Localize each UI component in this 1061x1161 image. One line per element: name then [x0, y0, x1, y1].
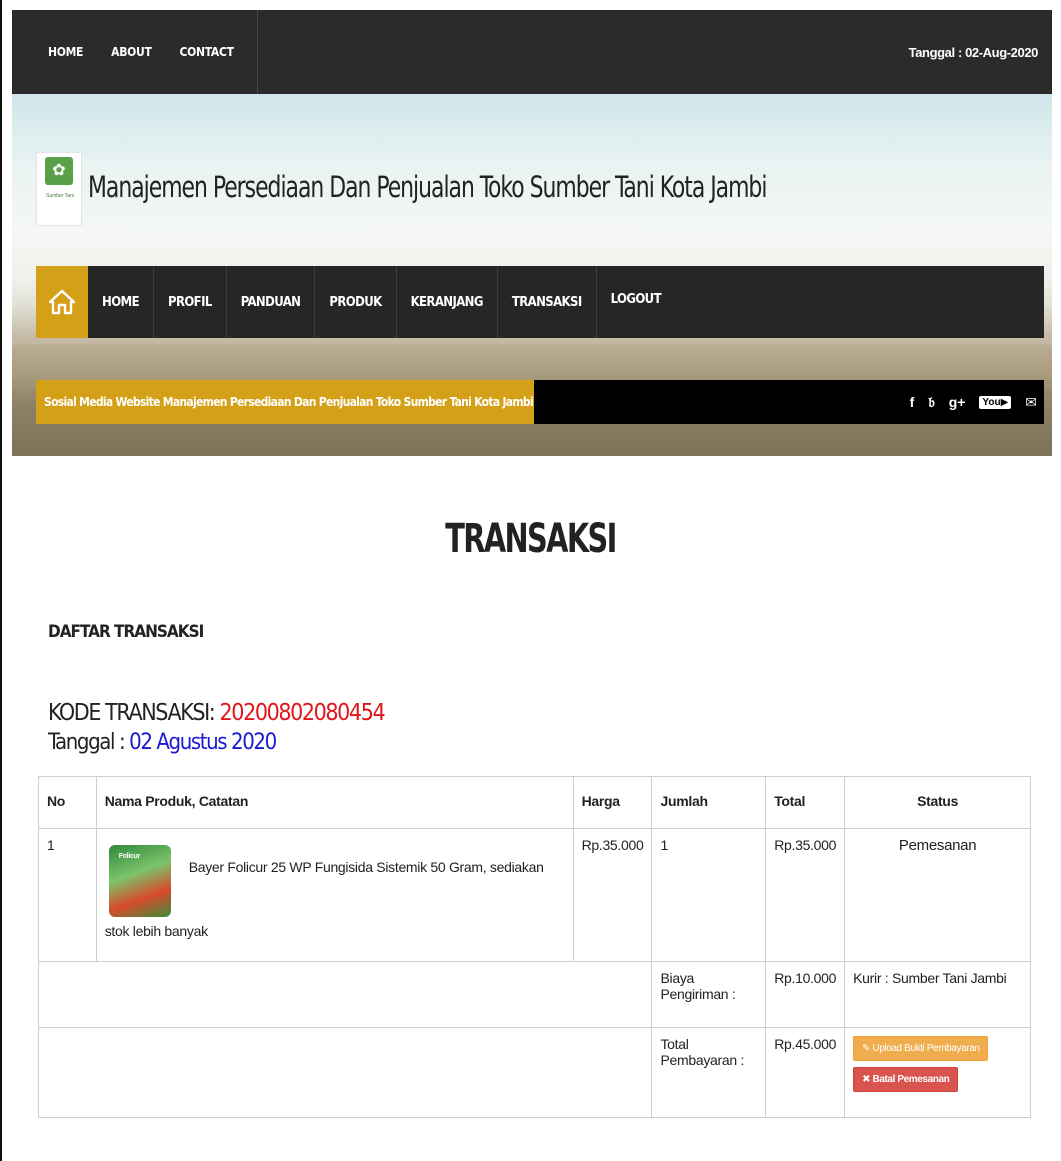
cell-total: Rp.35.000 — [765, 828, 846, 962]
leaf-icon: ✿ — [45, 157, 73, 185]
cancel-order-button[interactable]: ✖ Batal Pemesanan — [853, 1067, 959, 1092]
top-nav-about-link[interactable]: ABOUT — [111, 45, 152, 59]
main-nav-list: HOME PROFIL PANDUAN PRODUK KERANJANG TRA… — [88, 266, 675, 338]
table-header-row: No Nama Produk, Catatan Harga Jumlah Tot… — [38, 776, 1031, 829]
top-nav-home-link[interactable]: HOME — [48, 45, 83, 59]
cell-harga: Rp.35.000 — [572, 828, 653, 962]
cell-jumlah: 1 — [651, 828, 767, 962]
nav-item-keranjang[interactable]: KERANJANG — [397, 266, 498, 338]
transaction-code-label: KODE TRANSAKSI: — [48, 700, 220, 726]
social-icons: f 𝔟 g+ You▶ ✉ — [903, 380, 1044, 424]
shipping-label: Biaya Pengiriman : — [651, 961, 767, 1028]
product-image-label: Folicur — [118, 853, 141, 860]
facebook-icon[interactable]: f — [910, 394, 915, 410]
social-bar: Sosial Media Website Manajemen Persediaa… — [36, 380, 1044, 424]
youtube-icon[interactable]: You▶ — [979, 395, 1012, 409]
transaction-date-value: 02 Agustus 2020 — [129, 730, 277, 755]
site-logo[interactable]: ✿ Sumber Tani — [36, 152, 82, 226]
google-plus-icon[interactable]: g+ — [949, 394, 966, 410]
header-total: Total — [765, 776, 846, 829]
payment-row: Total Pembayaran : Rp.45.000 ✎ Upload Bu… — [37, 1027, 1031, 1118]
nav-item-home[interactable]: HOME — [88, 266, 154, 338]
product-note: stok lebih banyak — [104, 923, 208, 939]
transaction-table: No Nama Produk, Catatan Harga Jumlah Tot… — [37, 776, 1031, 1118]
shipping-courier: Kurir : Sumber Tani Jambi — [844, 961, 1031, 1028]
transaction-date-label: Tanggal : — [48, 730, 130, 755]
header-harga: Harga — [572, 776, 653, 829]
upload-proof-button[interactable]: ✎ Upload Bukti Pembayaran — [853, 1036, 989, 1061]
product-name: Bayer Folicur 25 WP Fungisida Sistemik 5… — [188, 859, 544, 875]
nav-item-logout[interactable]: LOGOUT — [597, 266, 675, 338]
header-no: No — [38, 776, 97, 829]
transaction-code-value: 20200802080454 — [219, 700, 386, 726]
header-banner: ✿ Sumber Tani Manajemen Persediaan Dan P… — [12, 94, 1052, 456]
twitter-icon[interactable]: 𝔟 — [928, 394, 934, 411]
cell-status: Pemesanan — [844, 828, 1031, 962]
upload-proof-label: Upload Bukti Pembayaran — [872, 1043, 980, 1054]
shipping-value: Rp.10.000 — [765, 961, 846, 1028]
main-nav: HOME PROFIL PANDUAN PRODUK KERANJANG TRA… — [36, 266, 1044, 338]
product-image[interactable]: Folicur — [108, 845, 171, 917]
table-row: 1 Folicur Bayer Folicur 25 WP Fungisida S… — [38, 828, 1031, 962]
top-bar-date: Tanggal : 02-Aug-2020 — [908, 44, 1039, 60]
logo-text: Sumber Tani — [46, 193, 74, 199]
shipping-row: Biaya Pengiriman : Rp.10.000 Kurir : Sum… — [37, 961, 1031, 1028]
nav-item-profil[interactable]: PROFIL — [154, 266, 227, 338]
payment-actions: ✎ Upload Bukti Pembayaran ✖ Batal Pemesa… — [844, 1027, 1031, 1118]
mail-icon[interactable]: ✉ — [1025, 394, 1037, 411]
top-nav: HOME ABOUT CONTACT — [48, 10, 262, 94]
header-product: Nama Produk, Catatan — [95, 776, 574, 829]
cancel-order-label: Batal Pemesanan — [872, 1074, 950, 1085]
section-title: DAFTAR TRANSAKSI — [48, 622, 204, 642]
social-label: Sosial Media Website Manajemen Persediaa… — [36, 380, 534, 424]
cell-no: 1 — [38, 828, 97, 962]
nav-item-transaksi[interactable]: TRANSAKSI — [498, 266, 597, 338]
home-button[interactable] — [36, 266, 88, 338]
cell-product: Folicur Bayer Folicur 25 WP Fungisida Sis… — [95, 828, 574, 962]
shipping-spacer — [37, 961, 653, 1028]
top-bar: HOME ABOUT CONTACT Tanggal : 02-Aug-2020 — [12, 10, 1052, 94]
top-bar-divider — [257, 10, 258, 94]
page-title: TRANSAKSI — [445, 516, 617, 562]
close-icon: ✖ — [862, 1074, 873, 1085]
home-icon — [49, 289, 75, 315]
payment-spacer — [37, 1027, 653, 1118]
payment-value: Rp.45.000 — [765, 1027, 846, 1118]
payment-label: Total Pembayaran : — [651, 1027, 767, 1118]
header-jumlah: Jumlah — [651, 776, 767, 829]
top-nav-contact-link[interactable]: CONTACT — [180, 45, 234, 59]
site-title: Manajemen Persediaan Dan Penjualan Toko … — [88, 170, 767, 204]
transaction-code: KODE TRANSAKSI: 20200802080454 — [48, 700, 386, 726]
edit-icon: ✎ — [862, 1043, 873, 1054]
header-status: Status — [844, 776, 1031, 829]
nav-item-panduan[interactable]: PANDUAN — [227, 266, 316, 338]
nav-item-produk[interactable]: PRODUK — [315, 266, 397, 338]
transaction-date: Tanggal : 02 Agustus 2020 — [48, 730, 277, 755]
